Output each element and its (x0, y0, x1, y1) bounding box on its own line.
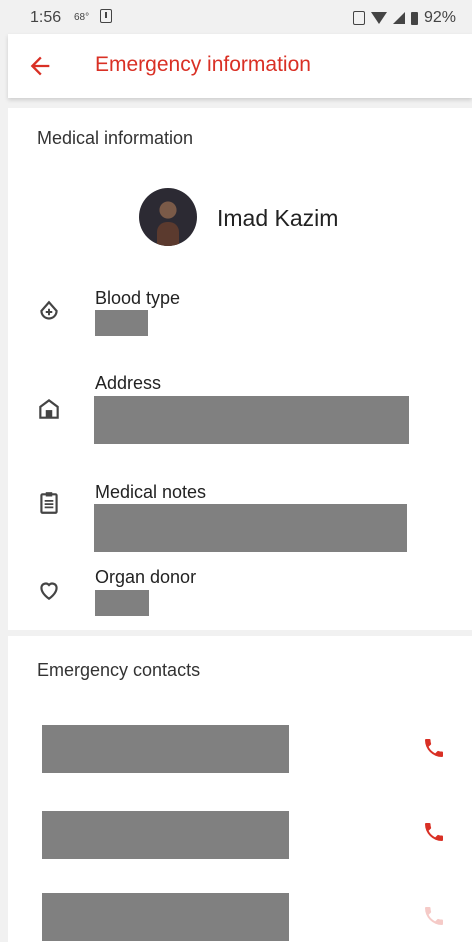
avatar[interactable] (139, 188, 197, 246)
field-label-medical-notes: Medical notes (95, 482, 207, 502)
download-icon (100, 9, 112, 23)
medical-notes-value-redacted (94, 504, 407, 552)
field-label-organ-donor: Organ donor (95, 567, 197, 587)
field-label-address: Address (95, 373, 162, 393)
page-title: Emergency information (95, 53, 311, 76)
vibrate-icon (352, 11, 365, 25)
battery-percent: 92% (423, 9, 456, 26)
status-temperature: 68° (74, 12, 90, 23)
wifi-icon (370, 12, 387, 24)
section-title-medical: Medical information (37, 128, 194, 148)
contact-redacted (42, 893, 289, 941)
status-icons: 92% (352, 9, 456, 27)
address-value-redacted (94, 396, 409, 444)
blood-drop-icon (40, 300, 58, 320)
blood-type-value-redacted (95, 310, 148, 336)
medical-info-card: Medical information Imad Kazim Blood typ… (8, 108, 472, 630)
battery-icon (410, 11, 418, 25)
back-arrow-icon[interactable] (26, 52, 54, 80)
clipboard-icon (40, 492, 58, 514)
status-bar: 1:56 68° 92% (0, 0, 472, 34)
person-name: Imad Kazim (217, 205, 339, 231)
contact-redacted (42, 725, 289, 773)
home-icon (39, 398, 59, 419)
status-time: 1:56 (30, 9, 62, 26)
phone-icon[interactable] (422, 820, 446, 844)
app-bar: Emergency information (8, 34, 472, 98)
heart-icon (40, 582, 58, 600)
section-title-contacts: Emergency contacts (37, 660, 201, 680)
signal-icon (392, 12, 405, 24)
phone-icon[interactable] (422, 904, 446, 928)
emergency-contacts-card: Emergency contacts (8, 636, 472, 942)
field-label-blood-type: Blood type (95, 288, 181, 308)
contact-redacted (42, 811, 289, 859)
organ-donor-value-redacted (95, 590, 149, 616)
phone-icon[interactable] (422, 736, 446, 760)
